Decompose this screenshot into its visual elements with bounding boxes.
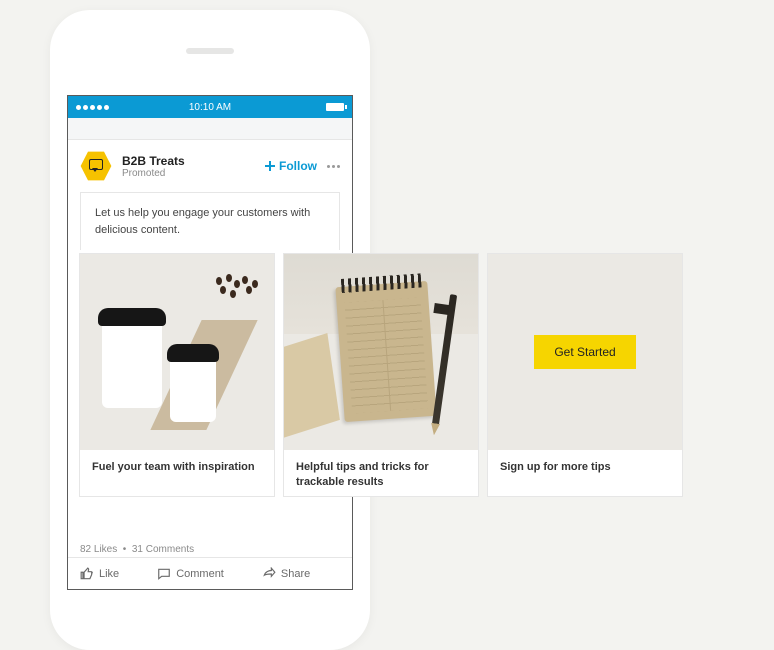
card-image-cta: Get Started	[488, 254, 682, 450]
battery-icon	[326, 103, 344, 111]
post-header: B2B Treats Promoted Follow	[68, 140, 352, 192]
notebook-icon	[335, 281, 436, 422]
follow-button[interactable]: Follow	[264, 159, 317, 173]
signal-dots-icon	[76, 105, 109, 110]
post-description: Let us help you engage your customers wi…	[80, 192, 340, 250]
post-stats[interactable]: 82 Likes • 31 Comments	[80, 544, 194, 555]
coffee-cup-icon	[102, 320, 162, 408]
get-started-button[interactable]: Get Started	[534, 335, 635, 369]
more-options-button[interactable]	[327, 165, 340, 168]
card-image-notebook	[284, 254, 478, 450]
plus-icon	[264, 160, 276, 172]
like-button[interactable]: Like	[80, 567, 119, 581]
card-caption: Helpful tips and tricks for trackable re…	[284, 450, 478, 496]
post-body: Let us help you engage your customers wi…	[68, 192, 352, 250]
likes-count: 82 Likes	[80, 544, 117, 555]
app-header-bar	[68, 118, 352, 140]
carousel-card-2[interactable]: Helpful tips and tricks for trackable re…	[283, 253, 479, 497]
card-image-coffee	[80, 254, 274, 450]
card-caption: Sign up for more tips	[488, 450, 682, 496]
company-name[interactable]: B2B Treats	[122, 154, 185, 168]
status-bar: 10:10 AM	[68, 96, 352, 118]
share-button[interactable]: Share	[262, 567, 310, 581]
status-time: 10:10 AM	[189, 102, 231, 113]
company-meta: B2B Treats Promoted	[122, 154, 185, 179]
action-bar: Like Comment Share	[68, 557, 352, 589]
share-icon	[262, 567, 276, 581]
comments-count: 31 Comments	[132, 544, 194, 555]
comment-icon	[157, 567, 171, 581]
promoted-carousel[interactable]: Fuel your team with inspiration Helpful …	[79, 253, 683, 497]
card-caption: Fuel your team with inspiration	[80, 450, 274, 496]
carousel-card-3[interactable]: Get Started Sign up for more tips	[487, 253, 683, 497]
coffee-beans-icon	[212, 274, 262, 304]
follow-label: Follow	[279, 159, 317, 173]
share-label: Share	[281, 568, 310, 580]
promoted-label: Promoted	[122, 168, 185, 179]
comment-label: Comment	[176, 568, 224, 580]
company-logo[interactable]	[80, 150, 112, 182]
like-label: Like	[99, 568, 119, 580]
phone-speaker	[186, 48, 234, 54]
carousel-card-1[interactable]: Fuel your team with inspiration	[79, 253, 275, 497]
like-icon	[80, 567, 94, 581]
coffee-cup-icon	[170, 356, 216, 422]
comment-button[interactable]: Comment	[157, 567, 224, 581]
